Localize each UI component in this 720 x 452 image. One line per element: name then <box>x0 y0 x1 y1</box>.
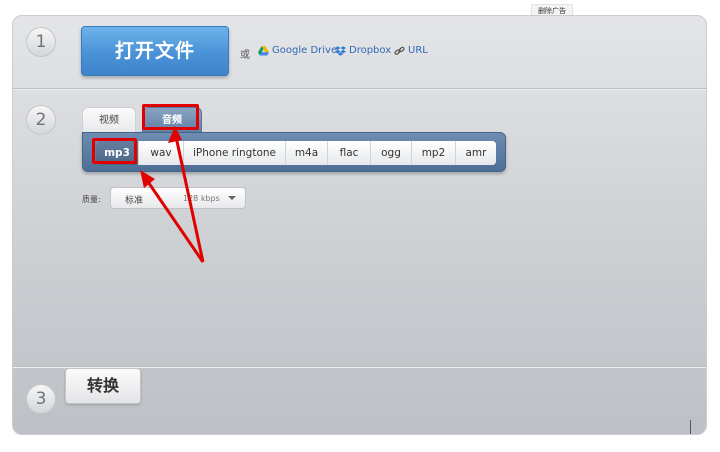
open-file-button[interactable]: 打开文件 <box>81 26 229 76</box>
google-drive-link[interactable]: Google Drive <box>258 45 337 56</box>
format-flac[interactable]: flac <box>328 141 371 165</box>
format-m4a[interactable]: m4a <box>286 141 328 165</box>
google-drive-icon <box>258 45 269 56</box>
format-mp2[interactable]: mp2 <box>412 141 456 165</box>
google-drive-label: Google Drive <box>272 45 338 56</box>
convert-button[interactable]: 转换 <box>65 368 141 404</box>
dropbox-label: Dropbox <box>349 45 392 56</box>
format-options: mp3 wav iPhone ringtone m4a flac ogg mp2… <box>96 141 496 165</box>
url-link[interactable]: URL <box>394 45 428 56</box>
quality-bitrate: 128 kbps <box>183 194 220 203</box>
window-edge-mark <box>690 420 691 434</box>
format-mp3[interactable]: mp3 <box>96 141 139 165</box>
page: 删除广告 1 打开文件 或 Google Drive Dropbox URL 2 <box>0 0 720 452</box>
dropbox-icon <box>335 45 346 56</box>
step-3-number: 3 <box>26 384 56 414</box>
format-amr[interactable]: amr <box>456 141 496 165</box>
link-icon <box>394 46 405 56</box>
tab-video[interactable]: 视频 <box>82 107 136 133</box>
step-1-number: 1 <box>26 27 56 57</box>
divider-1 <box>13 89 706 90</box>
dropbox-link[interactable]: Dropbox <box>335 45 391 56</box>
url-label: URL <box>408 45 428 56</box>
quality-label: 质量: <box>82 195 101 204</box>
or-text: 或 <box>240 50 250 61</box>
chevron-down-icon <box>228 196 236 200</box>
format-iphone-ringtone[interactable]: iPhone ringtone <box>184 141 286 165</box>
tab-audio[interactable]: 音频 <box>142 107 202 133</box>
quality-select[interactable]: 标准 128 kbps <box>110 187 246 209</box>
format-ogg[interactable]: ogg <box>371 141 412 165</box>
format-wav[interactable]: wav <box>139 141 184 165</box>
format-bar: mp3 wav iPhone ringtone m4a flac ogg mp2… <box>82 132 506 172</box>
quality-value: 标准 <box>125 196 144 206</box>
step-2-number: 2 <box>26 105 56 135</box>
